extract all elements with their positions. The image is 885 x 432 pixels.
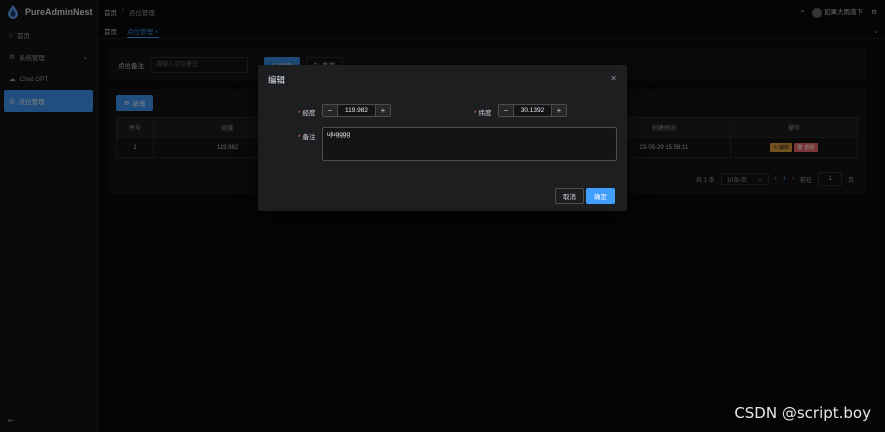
lat-value[interactable]: 30.1392 [513, 105, 552, 116]
lat-label: * 纬度 [474, 110, 492, 117]
remark-label: * 备注 [298, 134, 316, 141]
watermark: CSDN @script.boy [734, 404, 871, 422]
edit-dialog: 编辑 ✕ * 经度 − 119.982 + * 纬度 − 30.1392 + * 备注… [258, 65, 627, 211]
lng-increase-button[interactable]: + [376, 105, 390, 116]
lng-label: * 经度 [298, 110, 316, 117]
lat-increase-button[interactable]: + [552, 105, 566, 116]
lat-label-text: 纬度 [478, 110, 492, 117]
dialog-title: 编辑 [268, 75, 286, 85]
lng-input: − 119.982 + [322, 104, 391, 117]
close-icon[interactable]: ✕ [610, 74, 617, 83]
lat-input: − 30.1392 + [498, 104, 567, 117]
remark-label-text: 备注 [302, 134, 316, 141]
lng-decrease-button[interactable]: − [323, 105, 337, 116]
lng-value[interactable]: 119.982 [337, 105, 376, 116]
lat-decrease-button[interactable]: − [499, 105, 513, 116]
cancel-button[interactable]: 取消 [555, 188, 584, 204]
remark-textarea[interactable]: ujugggg [322, 127, 617, 161]
lng-label-text: 经度 [302, 110, 316, 117]
confirm-button[interactable]: 确定 [586, 188, 615, 204]
